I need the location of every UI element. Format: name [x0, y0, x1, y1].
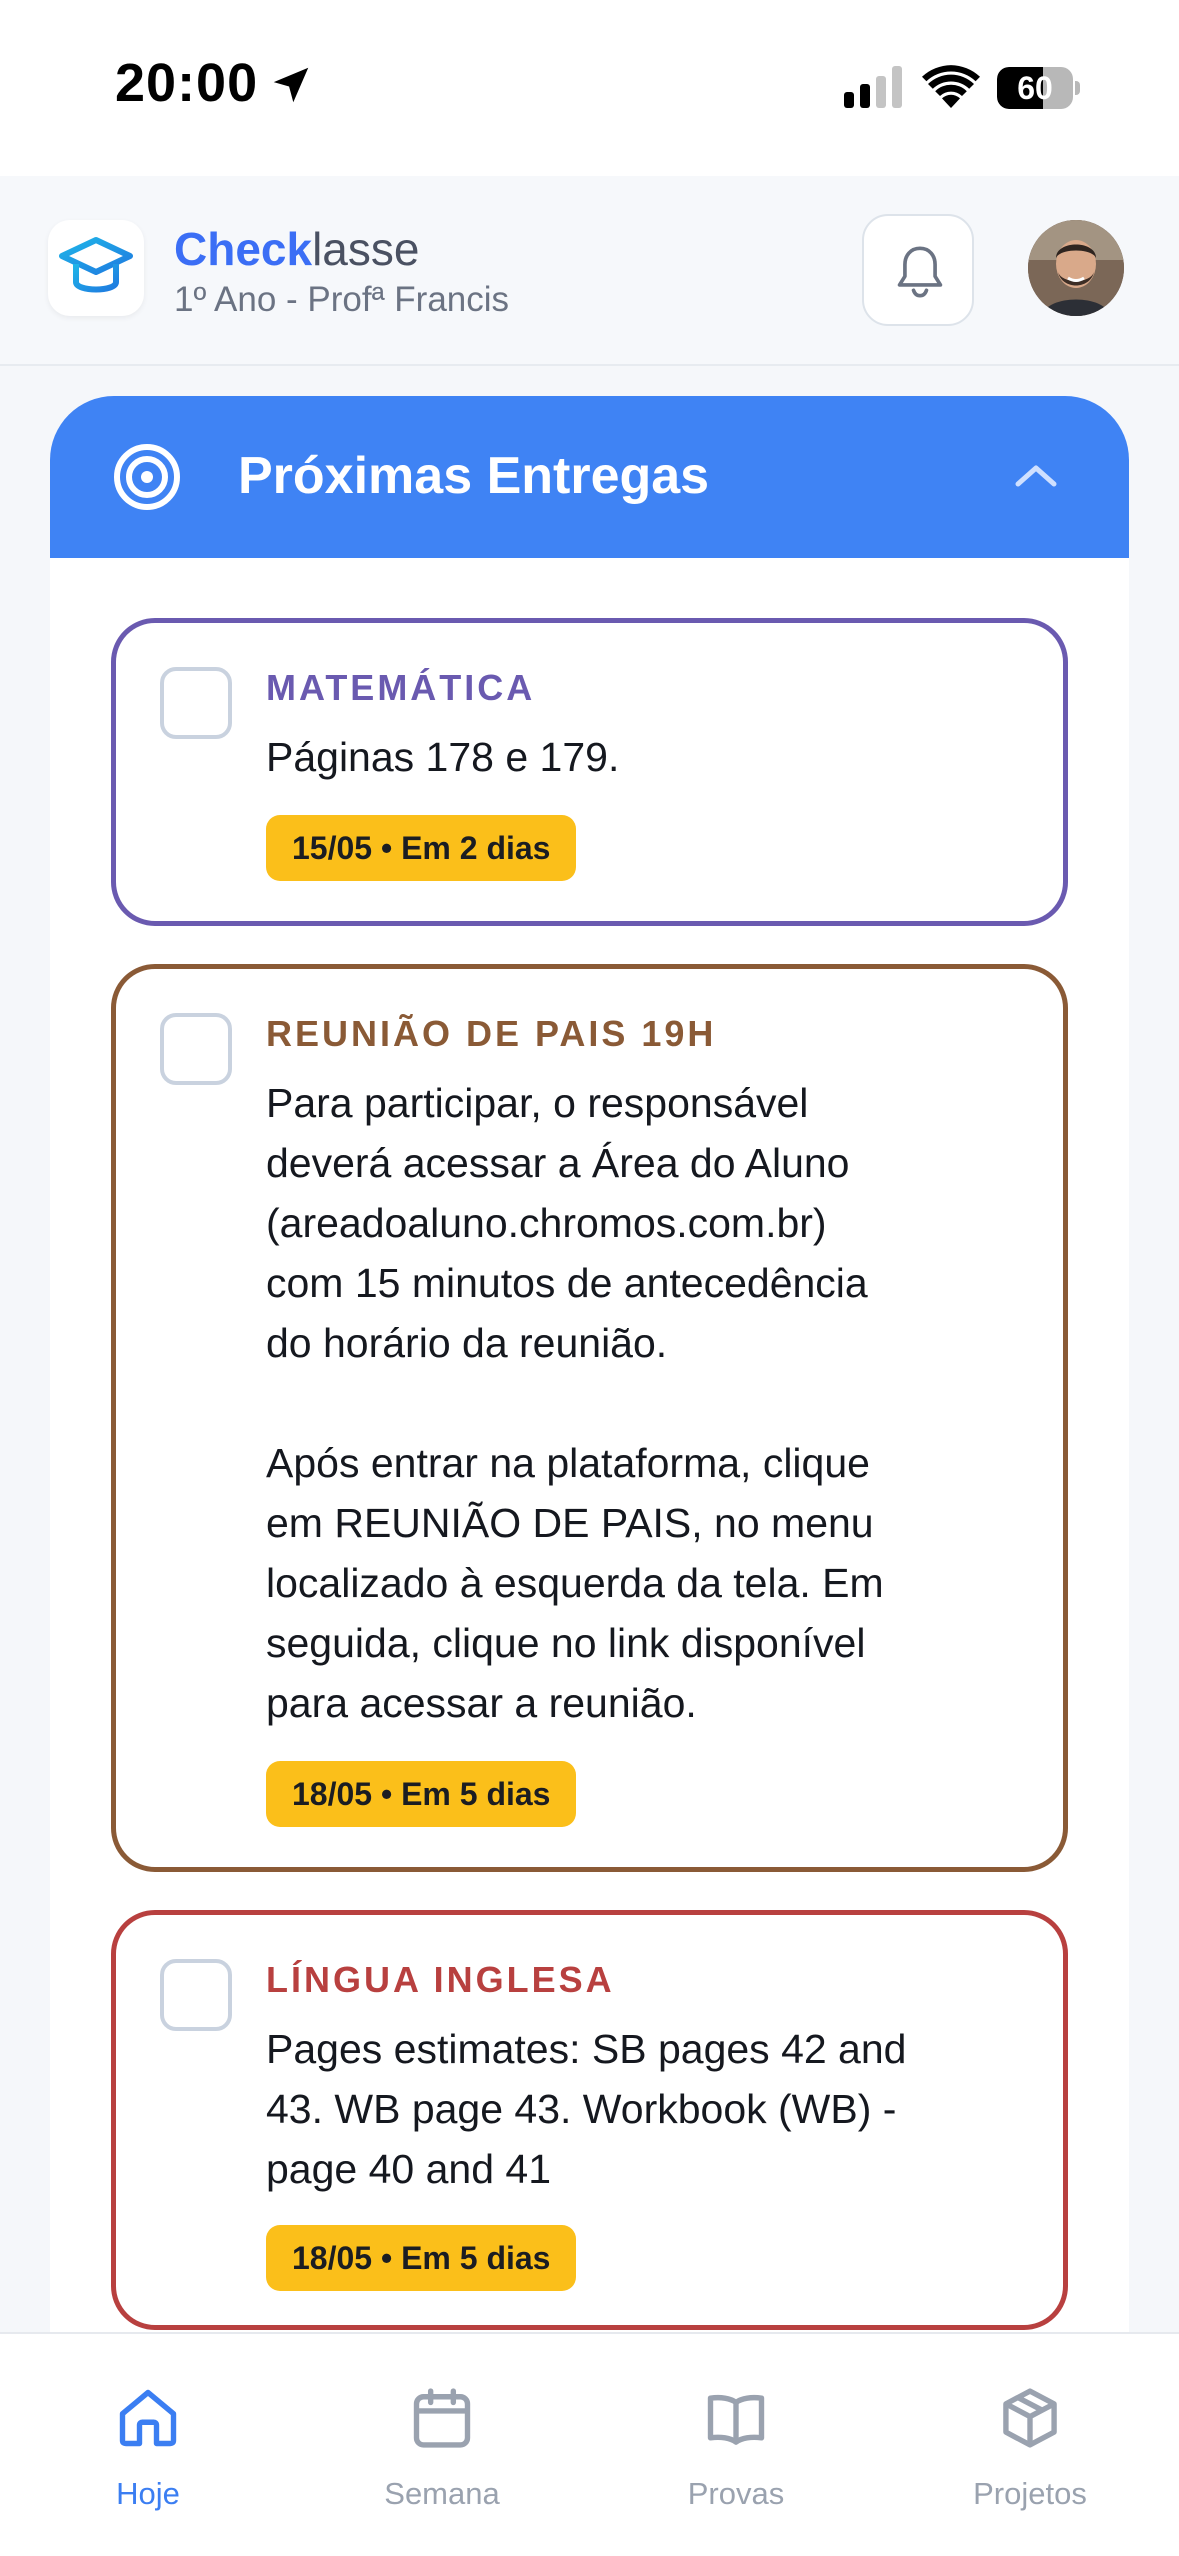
class-subtitle: 1º Ano - Profª Francis: [174, 280, 510, 319]
notifications-button[interactable]: [862, 214, 974, 326]
section-header[interactable]: Próximas Entregas: [50, 396, 1129, 558]
book-icon: [707, 2394, 765, 2445]
status-bar: 20:00 60: [0, 0, 1179, 176]
wifi-icon: [922, 65, 980, 108]
task-subject: MATEMÁTICA: [266, 667, 536, 708]
nav-label-hoje: Hoje: [116, 2476, 180, 2511]
nav-item-hoje[interactable]: Hoje: [48, 2384, 248, 2524]
task-card[interactable]: REUNIÃO DE PAIS 19H Para participar, o r…: [111, 964, 1068, 1872]
task-subject: REUNIÃO DE PAIS 19H: [266, 1013, 717, 1054]
cellular-signal-icon: [844, 66, 902, 108]
home-icon: [119, 2389, 177, 2447]
app-header: Checklasse 1º Ano - Profª Francis: [0, 176, 1179, 366]
task-subject: LÍNGUA INGLESA: [266, 1959, 615, 2000]
box-icon: [1003, 2388, 1057, 2448]
app-logo: [48, 220, 144, 316]
bottom-navigation: Hoje Semana Provas Projetos: [0, 2332, 1179, 2556]
bell-icon: [897, 246, 943, 298]
user-photo: [1028, 220, 1124, 316]
task-card[interactable]: MATEMÁTICA Páginas 178 e 179. 15/05 • Em…: [111, 618, 1068, 926]
app-brand: Checklasse: [174, 220, 419, 278]
due-date-badge: 18/05 • Em 5 dias: [266, 1761, 577, 1827]
task-card[interactable]: LÍNGUA INGLESA Pages estimates: SB pages…: [111, 1910, 1068, 2330]
brand-strong: Check: [174, 223, 313, 275]
brand-light: lasse: [312, 223, 420, 275]
nav-label-provas: Provas: [687, 2476, 785, 2511]
task-description: Pages estimates: SB pages 42 and 43. WB …: [266, 2026, 907, 2192]
user-avatar[interactable]: [1028, 220, 1124, 316]
nav-label-projetos: Projetos: [973, 2476, 1087, 2511]
graduation-cap-icon: [59, 237, 133, 293]
task-description: Páginas 178 e 179.: [266, 734, 620, 780]
nav-label-semana: Semana: [384, 2476, 500, 2511]
battery-icon: 60: [997, 67, 1080, 109]
task-description: Para participar, o responsável deverá ac…: [266, 1080, 884, 1726]
due-date-badge: 15/05 • Em 2 dias: [266, 815, 577, 881]
due-date-badge: 18/05 • Em 5 dias: [266, 2225, 577, 2291]
battery-percent: 60: [1017, 70, 1053, 106]
task-checkbox[interactable]: [160, 1959, 232, 2031]
calendar-icon: [413, 2388, 471, 2448]
target-icon: [114, 444, 180, 510]
status-time: 20:00: [115, 53, 259, 113]
task-checkbox[interactable]: [160, 1013, 232, 1085]
nav-item-provas[interactable]: Provas: [636, 2384, 836, 2524]
section-title: Próximas Entregas: [238, 447, 710, 505]
chevron-up-icon[interactable]: [1012, 460, 1060, 490]
upcoming-deliveries-section: Próximas Entregas MATEMÁTICA Páginas 178…: [50, 396, 1129, 2396]
nav-item-projetos[interactable]: Projetos: [930, 2384, 1130, 2524]
task-checkbox[interactable]: [160, 667, 232, 739]
location-arrow-icon: [273, 67, 309, 103]
nav-item-semana[interactable]: Semana: [342, 2384, 542, 2524]
